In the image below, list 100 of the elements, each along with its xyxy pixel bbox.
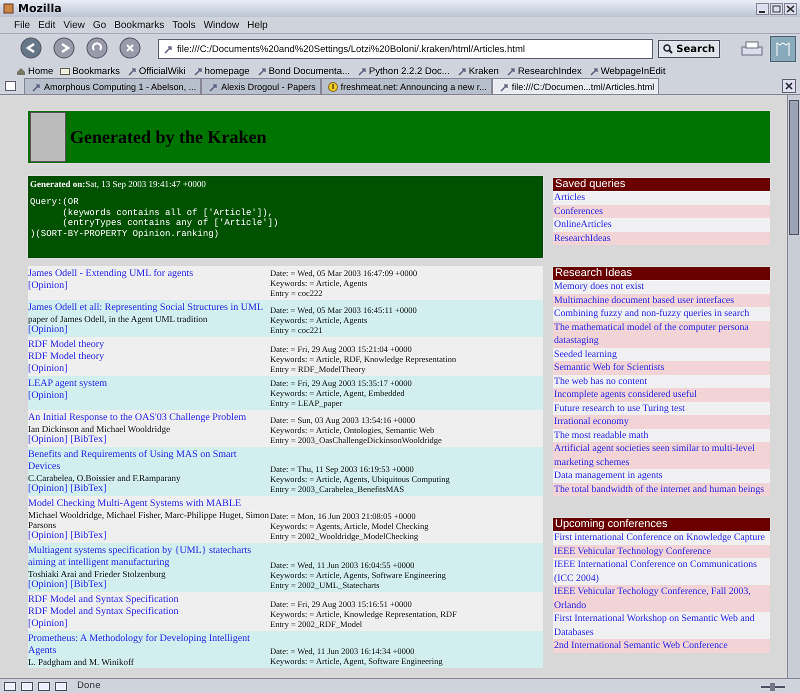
bookmark-icon [456,66,467,76]
sidebar-link[interactable]: First International Workshop on Semantic Web and Databases [553,612,770,639]
bookmark-icon [356,66,367,76]
scroll-thumb[interactable] [789,100,799,235]
bookmark-icon [498,82,509,92]
article-link[interactable]: RDF Model and Syntax Specification [28,606,270,618]
new-tab-icon[interactable] [4,80,18,92]
forward-icon[interactable] [53,37,77,61]
sidebar-link[interactable]: IEEE Vehicular Techology Conference, Fall 2003, Orlando [553,585,770,612]
search-button[interactable]: Search [658,40,720,58]
bookmark-item[interactable]: WebpageInEdit [588,66,666,76]
close-tab-icon[interactable] [782,79,796,93]
bookmark-icon [506,66,516,76]
article-date: Date: = Sun, 03 Aug 2003 13:54:16 +0000 [270,415,416,425]
bookmark-item[interactable]: Kraken [456,66,499,76]
article-date: Date: = Wed, 05 Mar 2003 16:47:09 +0000 [270,268,418,278]
article-link[interactable]: RDF Model theory [28,339,270,351]
article-link[interactable]: RDF Model theory [28,351,270,363]
tab[interactable]: Amorphous Computing 1 - Abelson, ... [24,78,202,94]
app-icon[interactable] [3,3,14,14]
sidebar-link[interactable]: The mathematical model of the computer persona datastaging [553,320,770,348]
sidebar-link[interactable]: Artificial agent societies seen similar to multi-level marketing schemes [553,442,770,469]
address-field[interactable]: file:///C:/Documents%20and%20Settings/Lotzi%20Boloni/.kraken/html/Articles.html [158,39,654,59]
menu-item[interactable]: Edit [38,20,56,30]
sidebar-link[interactable]: Semantic Web for Scientists [553,361,770,374]
article-link[interactable]: Benefits and Requirements of Using MAS on Smart Devices [28,449,270,473]
article-link[interactable]: [BibTex] [70,579,106,591]
article-link[interactable]: [Opinion] [28,280,68,292]
bookmark-item[interactable]: OfficialWiki [126,66,186,76]
close-icon[interactable] [784,2,797,14]
article-link[interactable]: [Opinion] [28,530,68,542]
tab[interactable]: freshmeat.net: Announcing a new r... [320,78,492,94]
home-icon [16,66,26,76]
article-link[interactable]: James Odell - Extending UML for agents [28,268,270,280]
sidebar-link[interactable]: Multimachine document based user interfaces [553,294,770,307]
article-link[interactable]: An Initial Response to the OAS'03 Challenge Problem [28,412,270,424]
menu-item[interactable]: File [14,20,30,30]
menu-item[interactable]: Go [92,20,106,30]
sidebar-link[interactable]: 2nd International Semantic Web Conference [553,639,770,652]
article-link[interactable]: [Opinion] [28,390,68,402]
sidebar-link[interactable]: ResearchIdeas [553,232,770,245]
sidebar-link[interactable]: IEEE Vehicular Technology Conference [553,544,770,558]
sidebar-link[interactable]: The total bandwidth of the internet and human beings [553,482,770,496]
article-date: Date: = Wed, 11 Jun 2003 16:14:34 +0000 [270,646,416,656]
bookmark-item[interactable]: Python 2.2.2 Doc... [356,66,450,76]
menu-item[interactable]: View [63,20,85,30]
article-link[interactable]: James Odell et all: Representing Social Structures in UML [28,302,270,314]
article-link[interactable]: RDF Model and Syntax Specification [28,594,270,606]
maximize-icon[interactable] [770,2,783,14]
bookmark-item[interactable]: Bond Documenta... [256,66,350,76]
sidebar-link[interactable]: Irrational economy [553,415,770,428]
tab[interactable]: Alexis Drogoul - Papers [201,78,321,94]
sidebar-link[interactable]: Conferences [553,204,770,218]
sidebar-link[interactable]: The web has no content [553,374,770,388]
article-entry: Entry = 2002_RDF_Model [270,619,364,629]
stop-icon[interactable] [119,37,143,61]
article-link[interactable]: [Opinion] [28,363,68,375]
bookmark-item[interactable]: Home [16,66,54,76]
menu-item[interactable]: Tools [172,20,196,30]
article-link[interactable]: [Opinion] [28,434,68,446]
minimize-icon[interactable] [756,2,769,14]
article-keywords: Keywords: = Article, Agents [270,315,368,325]
reload-icon[interactable] [86,37,110,61]
sidebar-link[interactable]: First international Conference on Knowledge Capture [553,531,770,544]
article-link[interactable]: [Opinion] [28,483,68,495]
menu-item[interactable]: Bookmarks [114,20,164,30]
menu-item[interactable]: Help [247,20,268,30]
article-keywords: Keywords: = Article, Agents, Software Engineering [270,570,446,580]
sidebar-link[interactable]: Incomplete agents considered useful [553,388,770,402]
article-link[interactable]: [BibTex] [70,483,106,495]
article-date: Date: = Mon, 16 Jun 2003 21:08:05 +0000 [270,511,417,521]
article-link[interactable]: [Opinion] [28,579,68,591]
scrollbar[interactable] [787,95,800,678]
search-icon [663,44,674,54]
sidebar-link[interactable]: The most readable math [553,428,770,442]
sidebar-link[interactable]: Memory does not exist [553,280,770,294]
bookmark-item[interactable]: ResearchIndex [506,66,582,76]
warning-icon [328,82,338,92]
sidebar-link[interactable]: Data management in agents [553,469,770,482]
article-link[interactable]: [Opinion] [28,324,68,336]
sidebar-link[interactable]: Articles [553,191,770,204]
tab[interactable]: file:///C:/Documen...tml/Articles.html [492,78,660,94]
article-link[interactable]: Multiagent systems specification by {UML} statecharts aiming at intelligent manufacturing [28,545,270,569]
sidebar-link[interactable]: Combining fuzzy and non-fuzzy queries in search [553,307,770,320]
article-link[interactable]: LEAP agent system [28,378,270,390]
article-link[interactable]: [Opinion] [28,618,68,630]
bookmark-icon [256,66,267,76]
menu-item[interactable]: Window [204,20,240,30]
sidebar-link[interactable]: IEEE International Conference on Communications (ICC 2004) [553,558,770,585]
sidebar-link[interactable]: OnlineArticles [553,218,770,232]
sidebar-link[interactable]: Future research to use Turing test [553,402,770,415]
sidebar-link[interactable]: Seeded learning [553,348,770,361]
bookmark-item[interactable]: homepage [192,66,250,76]
bookmark-item[interactable]: Bookmarks [60,66,120,76]
article-link[interactable]: [BibTex] [70,434,106,446]
page-title: Generated by the Kraken [70,126,266,148]
back-icon[interactable] [20,37,44,61]
article-link[interactable]: Model Checking Multi-Agent Systems with MABLE [28,498,270,510]
article-link[interactable]: Prometheus: A Methodology for Developing Intelligent Agents [28,633,270,657]
article-link[interactable]: [BibTex] [70,530,106,542]
